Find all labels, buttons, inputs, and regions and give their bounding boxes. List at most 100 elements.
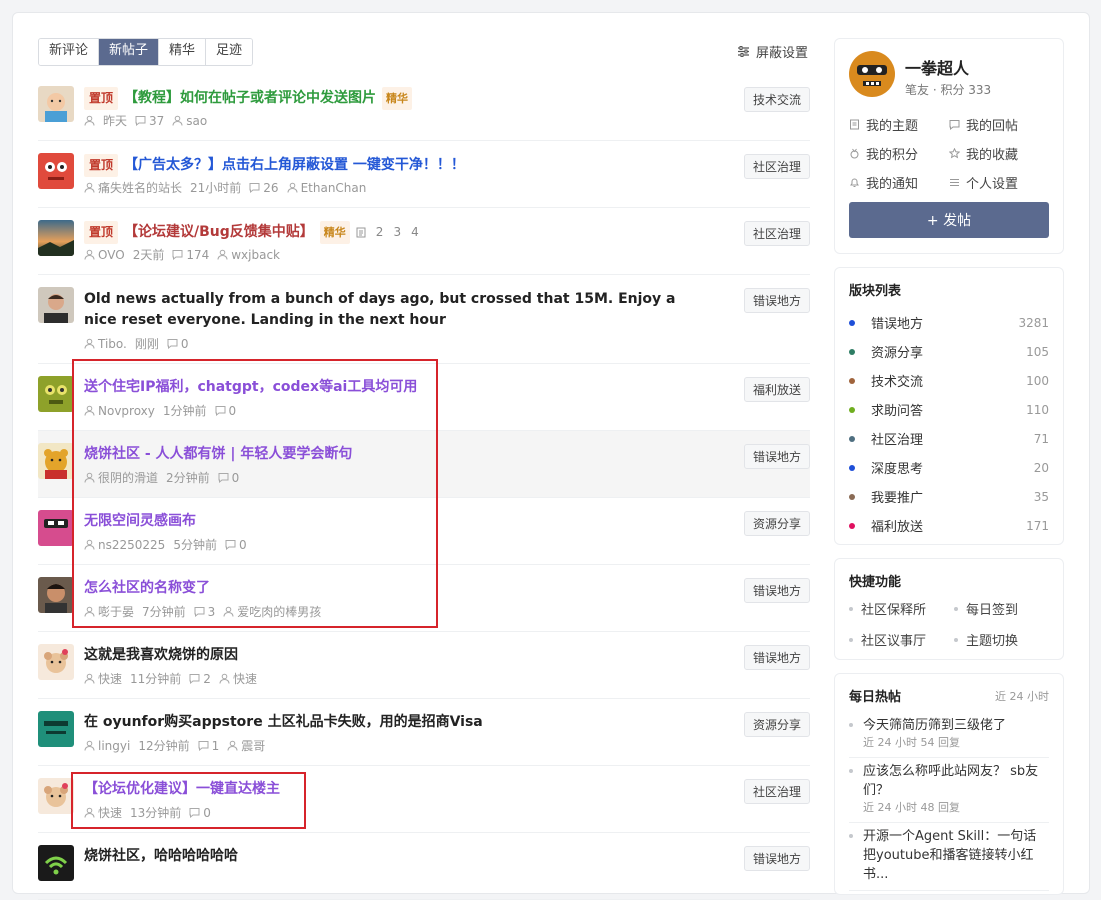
post-author[interactable]: 快速: [98, 804, 122, 821]
avatar[interactable]: [38, 510, 74, 546]
last-replier[interactable]: EthanChan: [301, 181, 367, 195]
category-tag[interactable]: 资源分享: [743, 511, 810, 536]
post-author[interactable]: ns2250225: [98, 538, 165, 552]
forum-item[interactable]: 资源分享 105: [849, 337, 1049, 366]
post-title[interactable]: Old news actually from a bunch of days a…: [84, 289, 704, 331]
category-tag[interactable]: 社区治理: [743, 154, 810, 179]
post-title[interactable]: 这就是我喜欢烧饼的原因: [84, 645, 238, 666]
post-title[interactable]: 【论坛建议/Bug反馈集中贴】: [124, 222, 314, 243]
post-author[interactable]: lingyi: [98, 739, 130, 753]
block-settings-button[interactable]: 屏蔽设置: [737, 42, 808, 61]
user-name[interactable]: 一拳超人: [905, 55, 969, 79]
category-tag[interactable]: 资源分享: [743, 712, 810, 737]
personal-settings-link[interactable]: 个人设置: [949, 173, 1049, 192]
avatar[interactable]: [38, 153, 74, 189]
quick-item-bail[interactable]: 社区保释所: [849, 599, 954, 618]
hot-title[interactable]: 应该怎么称呼此站网友？ sb友们？: [863, 762, 1049, 800]
post-author[interactable]: 痛失姓名的站长: [98, 179, 182, 196]
category-tag[interactable]: 福利放送: [743, 377, 810, 402]
tab-new-comments[interactable]: 新评论: [39, 39, 100, 65]
avatar[interactable]: [38, 577, 74, 613]
my-topics-link[interactable]: 我的主题: [849, 115, 949, 134]
avatar[interactable]: [38, 376, 74, 412]
post-author[interactable]: Tibo.: [98, 337, 127, 351]
my-points-link[interactable]: 我的积分: [849, 144, 949, 163]
avatar[interactable]: [38, 86, 74, 122]
tab-featured[interactable]: 精华: [159, 39, 207, 65]
last-replier[interactable]: wxjback: [231, 248, 280, 262]
tab-history[interactable]: 足迹: [206, 39, 253, 65]
page-link-4[interactable]: 4: [411, 222, 419, 243]
post-title[interactable]: 无限空间灵感画布: [84, 511, 196, 532]
forum-item[interactable]: 错误地方 3281: [849, 308, 1049, 337]
my-favorites-link[interactable]: 我的收藏: [949, 144, 1049, 163]
hot-item[interactable]: 开源一个Agent Skill：一句话把youtube和播客链接转小红书...: [849, 823, 1049, 891]
my-notifications-link[interactable]: 我的通知: [849, 173, 949, 192]
my-replies-link[interactable]: 我的回帖: [949, 115, 1049, 134]
post-row[interactable]: 这就是我喜欢烧饼的原因 快速 11分钟前 2 快速 错误地方: [38, 632, 810, 699]
post-row[interactable]: 置顶 【教程】如何在帖子或者评论中发送图片 精华 昨天 37 sao 技术交流: [38, 74, 810, 141]
avatar[interactable]: [38, 220, 74, 256]
forum-item[interactable]: 福利放送 171: [849, 511, 1049, 540]
post-author[interactable]: Novproxy: [98, 404, 155, 418]
post-title[interactable]: 【广告太多？】点击右上角屏蔽设置 一键变干净！！！: [124, 155, 465, 176]
category-tag[interactable]: 错误地方: [743, 846, 810, 871]
user-avatar[interactable]: [849, 51, 895, 97]
post-row[interactable]: 置顶 【广告太多？】点击右上角屏蔽设置 一键变干净！！！ 痛失姓名的站长 21小…: [38, 141, 810, 208]
post-row[interactable]: 怎么社区的名称变了 嘭于晏 7分钟前 3 爱吃肉的棒男孩 错误地方: [38, 565, 810, 632]
avatar[interactable]: [38, 778, 74, 814]
category-tag[interactable]: 错误地方: [743, 288, 810, 313]
forum-item[interactable]: 我要推广 35: [849, 482, 1049, 511]
post-author[interactable]: 嘭于晏: [98, 603, 134, 620]
post-row[interactable]: 置顶 【论坛建议/Bug反馈集中贴】 精华 2 3 4 OVO 2天前 174 …: [38, 208, 810, 275]
last-replier[interactable]: 爱吃肉的棒男孩: [237, 603, 321, 620]
category-tag[interactable]: 技术交流: [743, 87, 810, 112]
tab-new-posts[interactable]: 新帖子: [99, 39, 160, 65]
hot-title[interactable]: 今天筛简历筛到三级佬了: [863, 716, 1049, 735]
category-tag[interactable]: 社区治理: [743, 221, 810, 246]
post-title[interactable]: 【论坛优化建议】一键直达楼主: [84, 779, 280, 800]
last-replier[interactable]: 震哥: [241, 737, 265, 754]
post-title[interactable]: 怎么社区的名称变了: [84, 578, 210, 599]
link-label: 我的收藏: [966, 148, 1019, 163]
post-title[interactable]: 烧饼社区，哈哈哈哈哈哈: [84, 846, 238, 867]
post-title[interactable]: 在 oyunfor购买appstore 土区礼品卡失败，用的是招商Visa: [84, 712, 483, 733]
post-author[interactable]: OVO: [98, 248, 125, 262]
post-row[interactable]: Old news actually from a bunch of days a…: [38, 275, 810, 364]
forum-item[interactable]: 社区治理 71: [849, 424, 1049, 453]
hot-item[interactable]: 今天筛简历筛到三级佬了 近 24 小时 54 回复: [849, 712, 1049, 758]
avatar[interactable]: [38, 711, 74, 747]
post-row[interactable]: 烧饼社区 - 人人都有饼 | 年轻人要学会断句 很阴的滑道 2分钟前 0 错误地…: [38, 431, 810, 498]
post-title[interactable]: 【教程】如何在帖子或者评论中发送图片: [124, 88, 376, 109]
post-author[interactable]: 快速: [98, 670, 122, 687]
avatar[interactable]: [38, 644, 74, 680]
forum-item[interactable]: 技术交流 100: [849, 366, 1049, 395]
last-replier[interactable]: 快速: [233, 670, 257, 687]
avatar[interactable]: [38, 845, 74, 881]
quick-item-theme[interactable]: 主题切换: [954, 630, 1049, 649]
hot-title[interactable]: 开源一个Agent Skill：一句话把youtube和播客链接转小红书...: [863, 827, 1049, 884]
post-title[interactable]: 烧饼社区 - 人人都有饼 | 年轻人要学会断句: [84, 444, 352, 465]
category-tag[interactable]: 错误地方: [743, 578, 810, 603]
new-post-button[interactable]: + 发帖: [849, 202, 1049, 238]
category-tag[interactable]: 社区治理: [743, 779, 810, 804]
hot-item[interactable]: 应该怎么称呼此站网友？ sb友们？ 近 24 小时 48 回复: [849, 758, 1049, 823]
post-row[interactable]: 【论坛优化建议】一键直达楼主 快速 13分钟前 0 社区治理: [38, 766, 810, 833]
post-row[interactable]: 送个住宅IP福利，chatgpt，codex等ai工具均可用 Novproxy …: [38, 364, 810, 431]
forum-item[interactable]: 求助问答 110: [849, 395, 1049, 424]
post-row[interactable]: 无限空间灵感画布 ns2250225 5分钟前 0 资源分享: [38, 498, 810, 565]
page-link-2[interactable]: 2: [376, 222, 384, 243]
page-link-3[interactable]: 3: [393, 222, 401, 243]
post-author[interactable]: 很阴的滑道: [98, 469, 158, 486]
post-row[interactable]: 在 oyunfor购买appstore 土区礼品卡失败，用的是招商Visa li…: [38, 699, 810, 766]
quick-item-council[interactable]: 社区议事厅: [849, 630, 954, 649]
avatar[interactable]: [38, 287, 74, 323]
quick-item-checkin[interactable]: 每日签到: [954, 599, 1049, 618]
category-tag[interactable]: 错误地方: [743, 645, 810, 670]
forum-item[interactable]: 深度思考 20: [849, 453, 1049, 482]
post-title[interactable]: 送个住宅IP福利，chatgpt，codex等ai工具均可用: [84, 377, 417, 398]
category-tag[interactable]: 错误地方: [743, 444, 810, 469]
last-replier[interactable]: sao: [186, 114, 207, 128]
post-row[interactable]: 烧饼社区，哈哈哈哈哈哈 错误地方: [38, 833, 810, 900]
avatar[interactable]: [38, 443, 74, 479]
